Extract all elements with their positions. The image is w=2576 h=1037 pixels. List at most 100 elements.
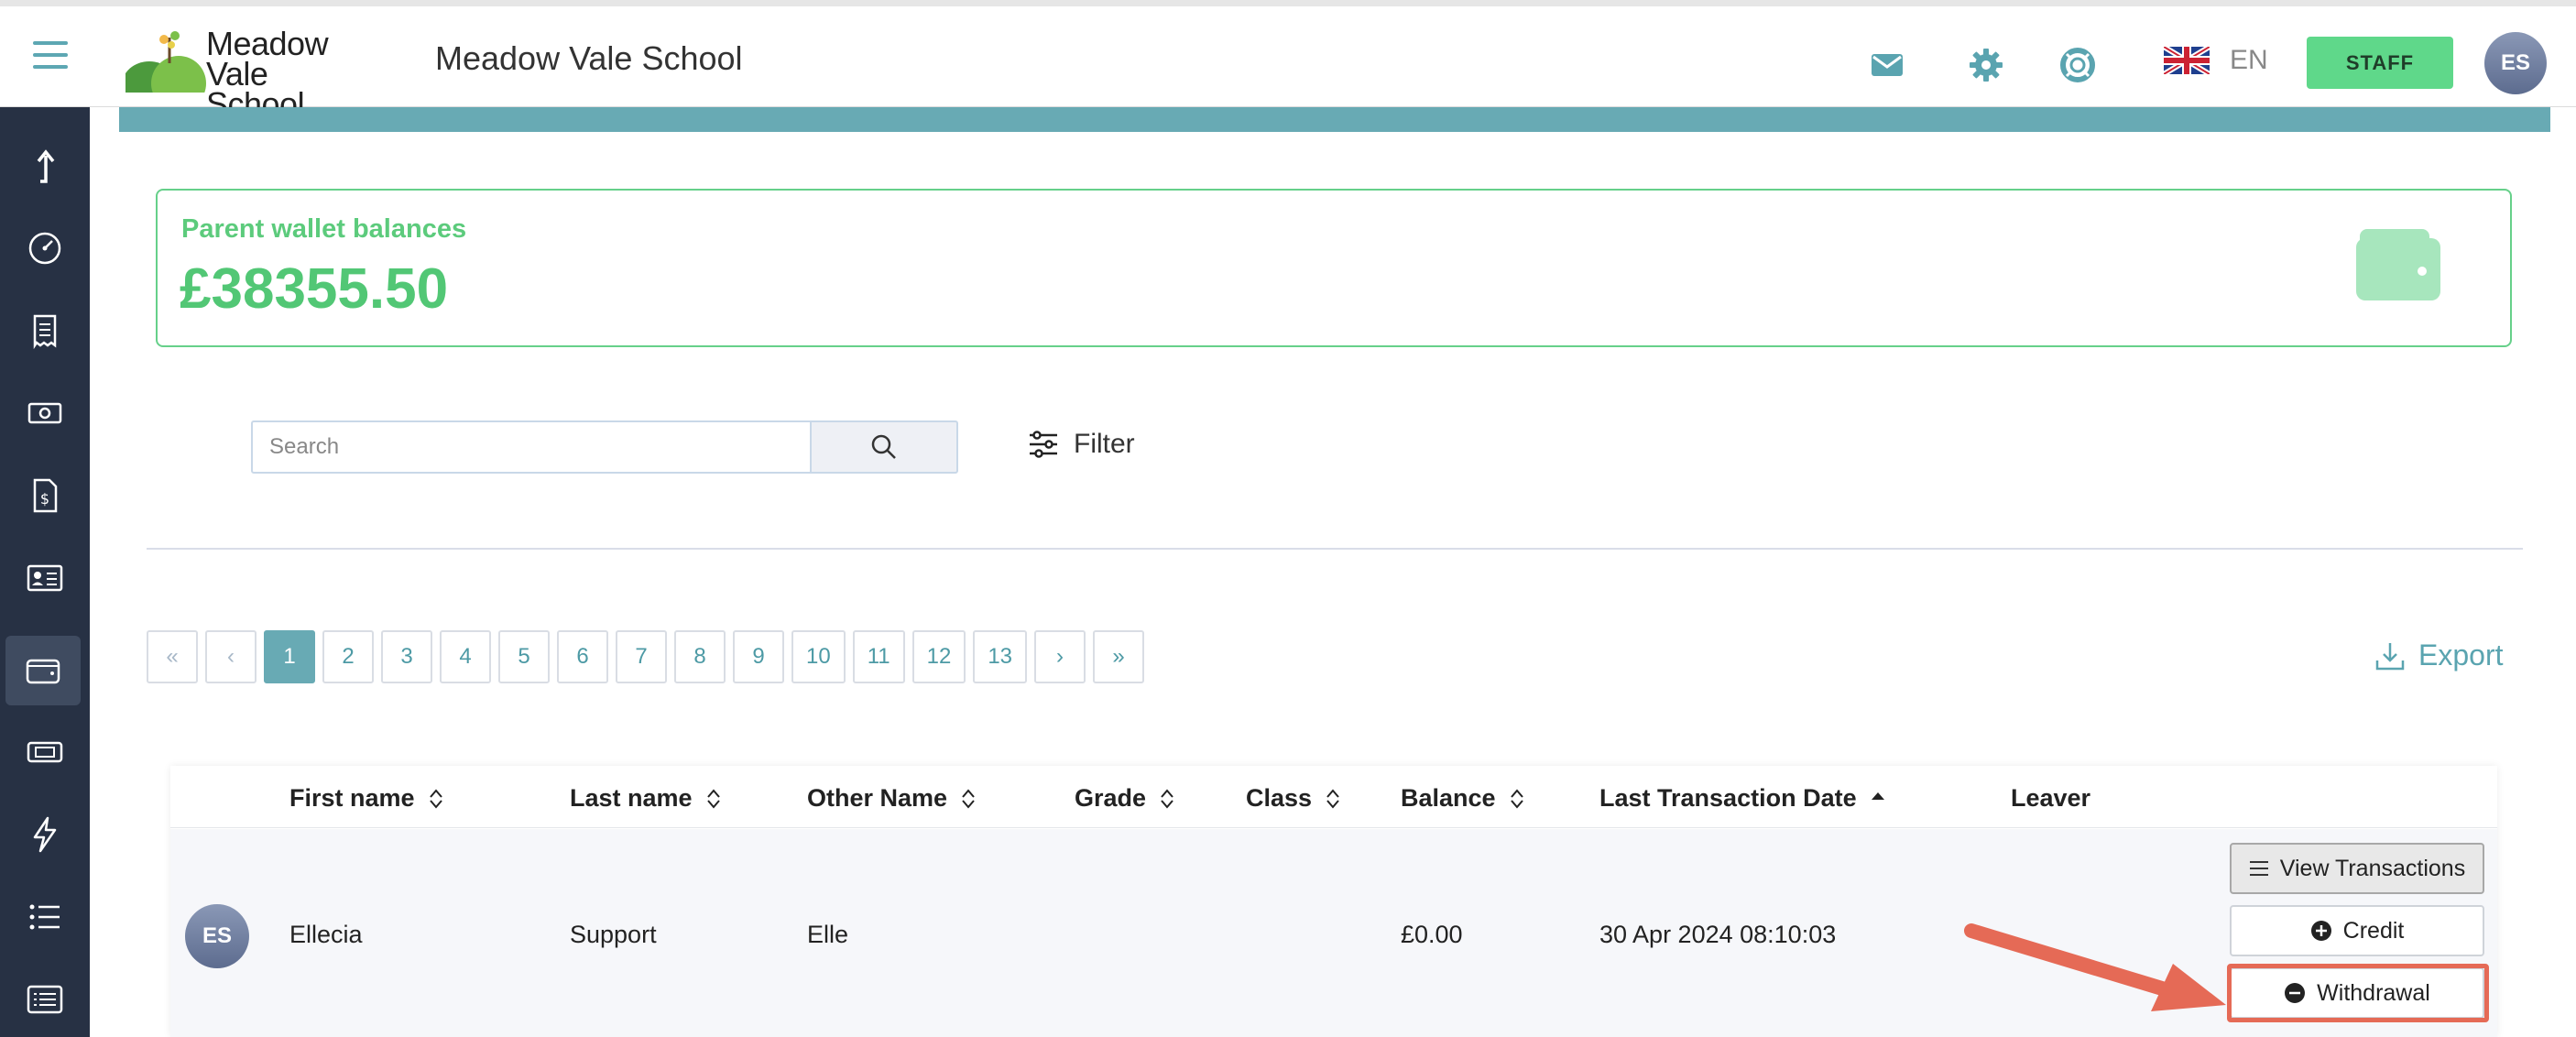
page-button-9[interactable]: 9 — [733, 630, 784, 683]
download-icon — [2375, 642, 2405, 670]
staff-role-button[interactable]: STAFF — [2307, 37, 2453, 89]
column-grade[interactable]: Grade — [1075, 784, 1175, 813]
sidebar-item-payments[interactable] — [0, 378, 90, 448]
invoice-dollar-icon: $ — [33, 478, 58, 513]
page-button-3[interactable]: 3 — [381, 630, 432, 683]
column-class[interactable]: Class — [1246, 784, 1341, 813]
lifebuoy-icon[interactable] — [2059, 47, 2096, 83]
page-button-4[interactable]: 4 — [440, 630, 491, 683]
sidebar-item-reports[interactable] — [0, 965, 90, 1034]
gear-icon[interactable] — [1968, 47, 2004, 83]
annotation-arrow-icon — [1964, 923, 2226, 1011]
sidebar-item-students[interactable] — [0, 543, 90, 613]
content-top-band — [119, 107, 2550, 132]
plus-circle-icon — [2310, 921, 2331, 941]
page-first-button[interactable]: « — [147, 630, 198, 683]
section-divider — [147, 548, 2523, 550]
filter-label: Filter — [1074, 429, 1135, 459]
cash-icon — [27, 402, 62, 424]
column-balance[interactable]: Balance — [1401, 784, 1525, 813]
page-button-5[interactable]: 5 — [498, 630, 550, 683]
list-icon — [29, 904, 60, 930]
pagination: « ‹ 1 2 3 4 5 6 7 8 9 10 11 12 13 › » — [147, 630, 1145, 683]
dashboard-gauge-icon — [28, 232, 61, 265]
page-button-2[interactable]: 2 — [322, 630, 374, 683]
page-next-button[interactable]: › — [1034, 630, 1086, 683]
uk-flag-icon — [2164, 47, 2210, 74]
sidebar-item-receipts[interactable] — [0, 296, 90, 366]
app-window: Meadow Vale School Meadow Vale School EN… — [0, 0, 2576, 1037]
page-title: Meadow Vale School — [435, 39, 743, 77]
page-button-12[interactable]: 12 — [911, 630, 966, 683]
cell-last-name: Support — [570, 921, 657, 948]
export-button[interactable]: Export — [2374, 639, 2503, 672]
page-last-button[interactable]: » — [1093, 630, 1145, 683]
language-label: EN — [2230, 45, 2268, 75]
column-first-name[interactable]: First name — [289, 784, 444, 813]
sidebar-item-dashboard[interactable] — [0, 213, 90, 283]
ticket-icon — [27, 741, 63, 763]
search-button[interactable] — [810, 420, 958, 474]
sort-icon — [962, 788, 975, 809]
cell-first-name: Ellecia — [289, 921, 363, 948]
page-prev-button[interactable]: ‹ — [205, 630, 257, 683]
page-button-8[interactable]: 8 — [674, 630, 726, 683]
sidebar-nav: $ — [0, 107, 90, 1037]
upload-arrow-icon — [37, 149, 55, 183]
hamburger-menu-icon[interactable] — [33, 41, 68, 69]
cell-other-name: Elle — [807, 921, 849, 948]
sort-icon — [706, 788, 720, 809]
sort-icon — [1326, 788, 1339, 809]
column-leaver[interactable]: Leaver — [2011, 784, 2090, 813]
search-icon — [871, 434, 896, 459]
view-transactions-button[interactable]: View Transactions — [2230, 843, 2484, 894]
column-last-name[interactable]: Last name — [570, 784, 722, 813]
page-button-10[interactable]: 10 — [791, 630, 846, 683]
sort-ascending-icon — [1871, 791, 1884, 800]
id-card-icon — [27, 564, 63, 592]
column-last-transaction-date[interactable]: Last Transaction Date — [1599, 784, 1886, 813]
sidebar-item-wallets[interactable] — [5, 636, 81, 705]
export-label: Export — [2418, 639, 2504, 671]
top-header: Meadow Vale School Meadow Vale School EN… — [0, 0, 2576, 121]
column-other-name[interactable]: Other Name — [807, 784, 977, 813]
sliders-icon — [1030, 431, 1057, 458]
credit-button[interactable]: Credit — [2230, 905, 2484, 956]
sidebar-item-invoices[interactable]: $ — [0, 461, 90, 530]
language-selector[interactable]: EN — [2164, 45, 2268, 76]
sort-icon — [1161, 788, 1173, 809]
menu-lines-icon — [2249, 861, 2268, 876]
page-button-11[interactable]: 11 — [852, 630, 905, 683]
wallet-balance-card: Parent wallet balances £38355.50 — [156, 189, 2512, 347]
student-avatar: ES — [185, 904, 249, 968]
table-header: First name Last name Other Name Grade Cl… — [170, 766, 2497, 828]
mail-icon[interactable] — [1869, 47, 1905, 83]
cell-last-transaction-date: 30 Apr 2024 08:10:03 — [1599, 921, 1837, 948]
lightning-icon — [33, 816, 57, 853]
page-button-1[interactable]: 1 — [264, 630, 315, 683]
search-input[interactable] — [251, 420, 812, 474]
wallet-balance-value: £38355.50 — [180, 257, 449, 321]
school-logo[interactable]: Meadow Vale School — [122, 27, 373, 121]
page-button-13[interactable]: 13 — [973, 630, 1028, 683]
page-button-7[interactable]: 7 — [616, 630, 667, 683]
logo-hills-icon — [122, 31, 206, 111]
sort-icon — [429, 788, 442, 809]
credit-label: Credit — [2342, 917, 2405, 944]
sidebar-item-tickets[interactable] — [0, 717, 90, 787]
sidebar-item-upload[interactable] — [0, 131, 90, 201]
cell-balance: £0.00 — [1401, 921, 1463, 948]
svg-text:$: $ — [40, 490, 49, 508]
sidebar-item-lists[interactable] — [0, 882, 90, 952]
list-box-icon — [27, 985, 63, 1014]
sort-icon — [1510, 788, 1523, 809]
receipt-icon — [33, 314, 57, 350]
wallet-card-icon — [2356, 229, 2440, 300]
filter-button[interactable]: Filter — [1028, 429, 1135, 460]
wallet-icon — [26, 659, 60, 684]
annotation-highlight-box — [2227, 964, 2489, 1022]
user-avatar[interactable]: ES — [2484, 32, 2547, 94]
sidebar-item-quick-actions[interactable] — [0, 800, 90, 869]
page-button-6[interactable]: 6 — [557, 630, 608, 683]
wallet-balance-label: Parent wallet balances — [181, 214, 467, 244]
